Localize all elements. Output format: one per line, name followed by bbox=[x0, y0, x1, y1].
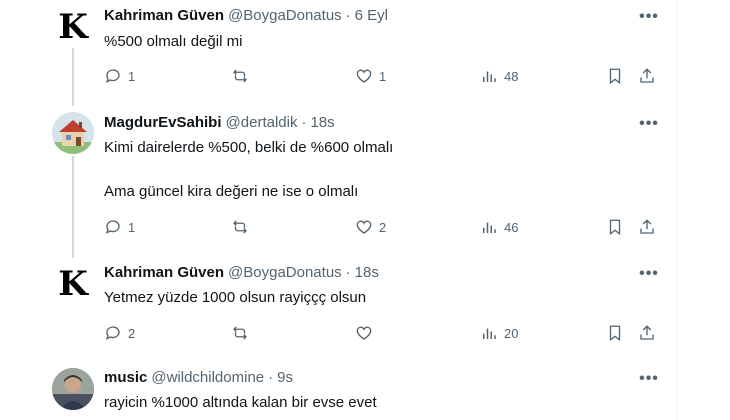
share-button[interactable] bbox=[638, 65, 656, 87]
user-handle[interactable]: @wildchildomine bbox=[151, 369, 264, 386]
heart-icon bbox=[356, 326, 372, 340]
retweet-button[interactable] bbox=[231, 216, 255, 238]
thread-line bbox=[72, 48, 74, 106]
retweet-icon bbox=[233, 69, 247, 83]
like-button[interactable]: 2 bbox=[355, 216, 386, 238]
tweet[interactable]: K Kahriman Güven @BoygaDonatus · 6 Eyl •… bbox=[0, 0, 676, 106]
bookmark-button[interactable] bbox=[606, 216, 624, 238]
like-button[interactable]: 1 bbox=[355, 65, 386, 87]
tweet-header: Kahriman Güven @BoygaDonatus · 6 Eyl bbox=[104, 7, 388, 24]
avatar[interactable]: K bbox=[52, 263, 94, 305]
like-count: 1 bbox=[379, 68, 387, 84]
views-chart-icon bbox=[483, 222, 496, 233]
reply-count: 1 bbox=[128, 219, 136, 235]
display-name[interactable]: Kahriman Güven bbox=[104, 7, 224, 24]
like-count: 2 bbox=[379, 219, 387, 235]
user-handle[interactable]: @dertaldik bbox=[226, 114, 298, 131]
tweet[interactable]: MagdurEvSahibi @dertaldik · 18s ••• Kimi… bbox=[0, 106, 676, 258]
heart-icon bbox=[356, 69, 372, 83]
separator-dot: · bbox=[345, 7, 351, 24]
bookmark-icon bbox=[609, 68, 621, 85]
retweet-button[interactable] bbox=[231, 65, 255, 87]
reply-count: 1 bbox=[128, 68, 136, 84]
reply-button[interactable]: 1 bbox=[104, 65, 135, 87]
bookmark-icon bbox=[609, 325, 621, 342]
share-icon bbox=[640, 325, 654, 340]
view-count: 48 bbox=[504, 68, 519, 84]
user-handle[interactable]: @BoygaDonatus bbox=[228, 264, 342, 281]
timestamp[interactable]: 18s bbox=[310, 114, 334, 131]
tweet-header: MagdurEvSahibi @dertaldik · 18s bbox=[104, 114, 335, 131]
tweet-text: %500 olmalı değil mi bbox=[104, 33, 243, 50]
view-count: 46 bbox=[504, 219, 519, 235]
person-photo-icon bbox=[52, 368, 94, 410]
timestamp[interactable]: 18s bbox=[355, 264, 379, 281]
reply-icon bbox=[105, 220, 120, 234]
more-options-icon[interactable]: ••• bbox=[638, 8, 660, 25]
views-chart-icon bbox=[483, 328, 496, 339]
avatar[interactable]: K bbox=[52, 6, 94, 48]
more-options-icon[interactable]: ••• bbox=[638, 370, 660, 387]
tweet-actions: 1 1 48 bbox=[104, 65, 660, 87]
tweet-text: rayicin %1000 altında kalan bir evse eve… bbox=[104, 394, 377, 411]
retweet-icon bbox=[233, 220, 247, 234]
share-button[interactable] bbox=[638, 322, 656, 344]
tweet-header: music @wildchildomine · 9s bbox=[104, 369, 293, 386]
house-icon bbox=[52, 112, 94, 154]
thread-line bbox=[72, 156, 74, 258]
bookmark-button[interactable] bbox=[606, 65, 624, 87]
share-icon bbox=[640, 219, 654, 234]
avatar-letter: K bbox=[58, 264, 88, 304]
photo-avatar[interactable] bbox=[52, 368, 94, 410]
separator-dot: · bbox=[345, 264, 351, 281]
avatar-letter: K bbox=[58, 7, 88, 47]
tweet-actions: 2 20 bbox=[104, 322, 660, 344]
like-button[interactable] bbox=[355, 322, 379, 344]
display-name[interactable]: music bbox=[104, 369, 147, 386]
separator-dot: · bbox=[268, 369, 274, 386]
separator-dot: · bbox=[301, 114, 307, 131]
retweet-button[interactable] bbox=[231, 322, 255, 344]
tweet-text-line: Ama güncel kira değeri ne ise o olmalı bbox=[104, 183, 359, 200]
tweet-actions: 1 2 46 bbox=[104, 216, 660, 238]
share-button[interactable] bbox=[638, 216, 656, 238]
reply-button[interactable]: 1 bbox=[104, 216, 135, 238]
tweet-header: Kahriman Güven @BoygaDonatus · 18s bbox=[104, 264, 379, 281]
view-count: 20 bbox=[504, 325, 519, 341]
tweet-text-line: Kimi dairelerde %500, belki de %600 olma… bbox=[104, 139, 394, 156]
views-button[interactable]: 20 bbox=[480, 322, 518, 344]
user-handle[interactable]: @BoygaDonatus bbox=[228, 7, 342, 24]
heart-icon bbox=[356, 220, 372, 234]
tweet[interactable]: K Kahriman Güven @BoygaDonatus · 18s •••… bbox=[0, 258, 676, 358]
timestamp[interactable]: 9s bbox=[277, 369, 293, 386]
tweet[interactable]: music @wildchildomine · 9s ••• rayicin %… bbox=[0, 364, 676, 420]
tweet-text: Yetmez yüzde 1000 olsun rayiççç olsun bbox=[104, 289, 367, 306]
views-chart-icon bbox=[483, 71, 496, 82]
retweet-icon bbox=[233, 326, 247, 340]
more-options-icon[interactable]: ••• bbox=[638, 265, 660, 282]
display-name[interactable]: MagdurEvSahibi bbox=[104, 114, 222, 131]
house-avatar[interactable] bbox=[52, 112, 94, 154]
share-icon bbox=[640, 68, 654, 83]
timeline-border bbox=[676, 0, 677, 420]
views-button[interactable]: 46 bbox=[480, 216, 518, 238]
more-options-icon[interactable]: ••• bbox=[638, 115, 660, 132]
reply-count: 2 bbox=[128, 325, 136, 341]
display-name[interactable]: Kahriman Güven bbox=[104, 264, 224, 281]
timestamp[interactable]: 6 Eyl bbox=[355, 7, 388, 24]
views-button[interactable]: 48 bbox=[480, 65, 518, 87]
bookmark-icon bbox=[609, 219, 621, 236]
bookmark-button[interactable] bbox=[606, 322, 624, 344]
reply-icon bbox=[105, 69, 120, 83]
reply-button[interactable]: 2 bbox=[104, 322, 135, 344]
reply-icon bbox=[105, 326, 120, 340]
